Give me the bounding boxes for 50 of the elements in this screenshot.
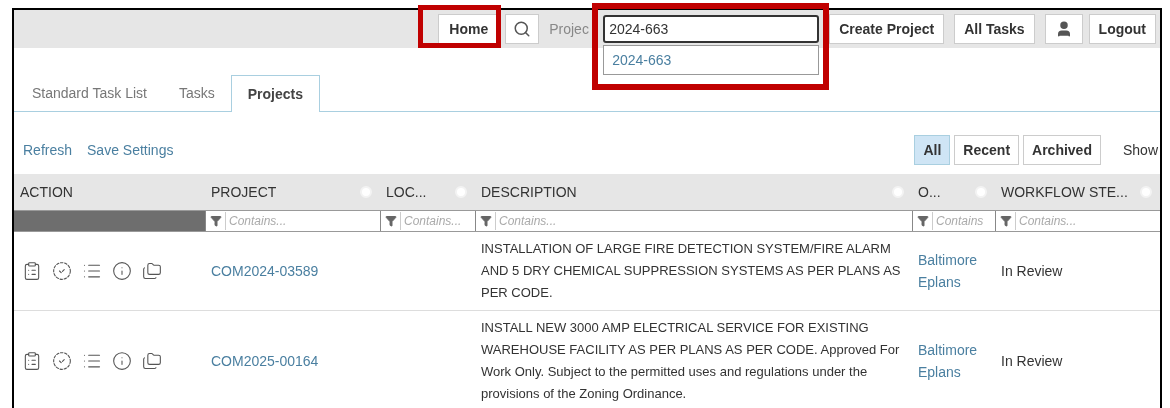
toolbar-link[interactable]: Save Settings xyxy=(87,139,174,161)
column-header[interactable]: O... xyxy=(918,181,975,203)
description-cell-text: INSTALLATION OF LARGE FIRE DETECTION SYSTEM/FIRE ALARM AND 5 DRY CHEMICAL SUPPRESSION SYSTEMS AS PER PLANS AS PER CODE. xyxy=(481,240,902,302)
project-search-field[interactable]: 2024-663 xyxy=(603,15,820,43)
folders-icon xyxy=(142,261,162,281)
tab[interactable]: Projects xyxy=(230,75,320,112)
gear-icon[interactable] xyxy=(360,186,372,198)
filter-button[interactable]: Archived xyxy=(1023,135,1101,165)
top-bar-button[interactable]: All Tasks xyxy=(954,14,1035,44)
filter-button[interactable]: All xyxy=(914,135,951,165)
check-circle-icon xyxy=(52,261,72,281)
column-header[interactable]: PROJECT xyxy=(211,181,360,203)
project-link[interactable]: COM2025-00164 xyxy=(211,352,319,369)
gear-icon[interactable] xyxy=(975,186,987,198)
logout-button[interactable]: Logout xyxy=(1088,14,1156,44)
gear-icon[interactable] xyxy=(892,186,904,198)
checklist-icon xyxy=(22,351,42,371)
check-circle-icon xyxy=(52,351,72,371)
filter-button[interactable]: Recent xyxy=(954,135,1020,165)
user-button[interactable] xyxy=(1044,14,1083,44)
filter-icon xyxy=(917,215,929,227)
filter-icon xyxy=(480,215,492,227)
project-label: Projec xyxy=(549,19,590,39)
column-header[interactable]: LOC... xyxy=(386,181,455,203)
column-header[interactable]: DESCRIPTION xyxy=(481,181,892,203)
owner-link[interactable]: Baltimore Eplans xyxy=(918,339,995,383)
toolbar-link[interactable]: Refresh xyxy=(23,139,73,161)
column-header[interactable]: WORKFLOW STE... xyxy=(1001,181,1140,203)
checklist-icon xyxy=(22,261,42,281)
gear-icon[interactable] xyxy=(1140,186,1152,198)
column-header[interactable]: ACTION xyxy=(20,181,205,203)
workflow-step-cell: In Review xyxy=(1001,352,1063,369)
workflow-step-cell: In Review xyxy=(1001,262,1063,279)
show-label: Show xyxy=(1122,140,1158,160)
folders-icon xyxy=(142,351,162,371)
suggestion-item[interactable]: 2024-663 xyxy=(604,50,819,70)
filter-icon xyxy=(210,215,222,227)
search-button[interactable] xyxy=(505,14,540,44)
top-bar-button[interactable]: Create Project xyxy=(829,14,945,44)
info-icon xyxy=(112,351,132,371)
tab[interactable]: Tasks xyxy=(162,75,231,111)
search-icon xyxy=(513,20,532,38)
project-link[interactable]: COM2024-03589 xyxy=(211,262,319,279)
gear-icon[interactable] xyxy=(455,186,467,198)
filter-icon xyxy=(385,215,397,227)
tab[interactable]: Standard Task List xyxy=(16,75,163,111)
description-cell-text: INSTALL NEW 3000 AMP ELECTRICAL SERVICE FOR EXISTING WAREHOUSE FACILITY AS PER PLANS AS PER CODE. Approved For Work Only. Subject to the permitted uses and regulations under the provisions of the Zoning Ordinance. xyxy=(481,319,901,403)
owner-link[interactable]: Baltimore Eplans xyxy=(918,249,995,293)
filter-icon xyxy=(1000,215,1012,227)
info-icon xyxy=(112,261,132,281)
